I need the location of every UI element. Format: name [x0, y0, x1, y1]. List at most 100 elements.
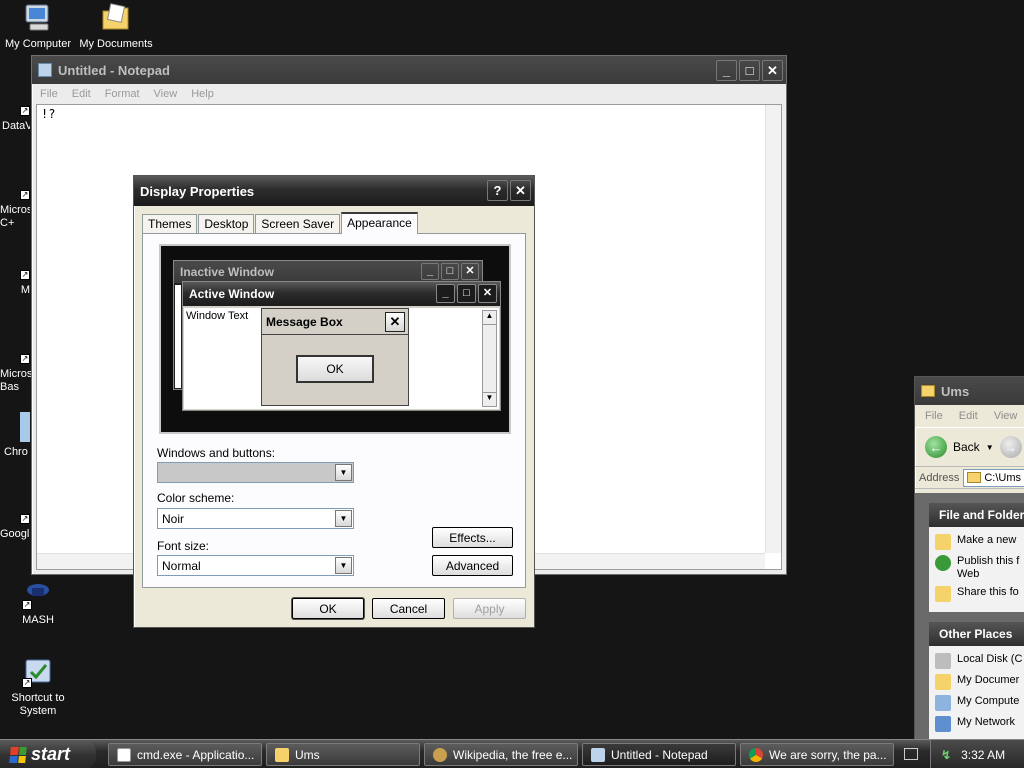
- vertical-scrollbar[interactable]: [765, 105, 781, 553]
- tab-desktop[interactable]: Desktop: [198, 214, 255, 233]
- back-label[interactable]: Back: [953, 440, 980, 454]
- menu-view[interactable]: View: [154, 88, 178, 100]
- start-label: start: [31, 744, 71, 764]
- scroll-up-icon: ▲: [483, 311, 496, 325]
- advanced-button[interactable]: Advanced: [432, 555, 513, 576]
- forward-arrow-icon[interactable]: →: [999, 436, 1022, 458]
- cmd-icon: [117, 747, 131, 762]
- close-button[interactable]: ✕: [762, 60, 783, 81]
- menu-view[interactable]: View: [994, 410, 1018, 422]
- task-label: Publish this f Web: [957, 555, 1020, 580]
- maximize-button[interactable]: □: [739, 60, 760, 81]
- desktop-icon-label: M: [20, 284, 30, 296]
- task-pane: File and Folder Make a new Publish this …: [915, 493, 1024, 741]
- desktop-icon-label: Googl: [0, 528, 30, 540]
- keyboard-icon[interactable]: [904, 748, 918, 760]
- help-button[interactable]: ?: [487, 180, 508, 201]
- file-folder-header[interactable]: File and Folder: [929, 503, 1024, 527]
- my-documents-icon: [100, 2, 132, 34]
- tab-themes[interactable]: Themes: [142, 214, 198, 233]
- ums-explorer-window[interactable]: Ums File Edit View ← Back ▼ → Address C:…: [914, 376, 1024, 742]
- display-properties-titlebar[interactable]: Display Properties ? ✕: [134, 176, 534, 206]
- shortcut-arrow-icon: ↗: [22, 600, 32, 610]
- back-arrow-icon[interactable]: ←: [925, 436, 947, 458]
- desktop-icon-m[interactable]: ↗ M: [0, 258, 30, 297]
- task-publish-web[interactable]: Publish this f Web: [935, 555, 1024, 581]
- minimize-icon: _: [436, 284, 455, 303]
- clock[interactable]: 3:32 AM: [961, 748, 1005, 762]
- chevron-down-icon: ▼: [335, 557, 352, 574]
- windows-buttons-select[interactable]: ▼: [157, 462, 354, 483]
- taskbar-button-notepad[interactable]: Untitled - Notepad: [582, 743, 736, 766]
- desktop-icon-google[interactable]: ↗ Googl: [0, 496, 32, 541]
- close-button[interactable]: ✕: [510, 180, 531, 201]
- ums-titlebar[interactable]: Ums: [915, 377, 1024, 405]
- desktop-icon-datav[interactable]: ↗ DataV: [0, 88, 30, 133]
- place-my-network[interactable]: My Network: [935, 716, 1024, 732]
- preview-active-titlebar: Active Window _ □ ✕: [183, 282, 500, 306]
- ok-button[interactable]: OK: [292, 598, 364, 619]
- desktop-icon-chrome[interactable]: Chro: [0, 412, 32, 459]
- menu-edit[interactable]: Edit: [72, 88, 91, 100]
- cancel-button[interactable]: Cancel: [372, 598, 445, 619]
- chevron-down-icon: ▼: [335, 464, 352, 481]
- tray-app-icon[interactable]: ↯: [941, 748, 951, 762]
- taskbar-button-ums[interactable]: Ums: [266, 743, 420, 766]
- notepad-titlebar[interactable]: Untitled - Notepad _ □ ✕: [32, 56, 786, 84]
- menu-format[interactable]: Format: [105, 88, 140, 100]
- browser-icon: [433, 747, 447, 762]
- ums-title: Ums: [941, 383, 970, 399]
- desktop-icon-label: DataV: [2, 120, 30, 132]
- new-folder-icon: [935, 534, 951, 550]
- taskbar-button-label: Untitled - Notepad: [611, 747, 708, 762]
- menu-edit[interactable]: Edit: [959, 410, 978, 422]
- menu-help[interactable]: Help: [191, 88, 214, 100]
- file-folder-tasks: File and Folder Make a new Publish this …: [929, 503, 1024, 612]
- notepad-content: !?: [41, 107, 56, 121]
- desktop-icon-my-documents[interactable]: My Documents: [78, 2, 154, 51]
- shortcut-arrow-icon: ↗: [20, 270, 30, 280]
- desktop-icon-my-computer[interactable]: My Computer: [0, 2, 76, 51]
- desktop-icon-micros-c[interactable]: ↗ Micros C+: [0, 172, 30, 230]
- tab-screen-saver[interactable]: Screen Saver: [255, 214, 341, 233]
- app-icon: ↗: [20, 496, 30, 524]
- place-my-documents[interactable]: My Documer: [935, 674, 1024, 690]
- task-share-folder[interactable]: Share this fo: [935, 586, 1024, 602]
- start-button[interactable]: start: [0, 740, 96, 768]
- folder-icon: [921, 385, 935, 397]
- desktop-icon-label: My Documents: [79, 38, 153, 50]
- place-label: My Compute: [957, 695, 1020, 707]
- display-properties-dialog[interactable]: Display Properties ? ✕ Themes Desktop Sc…: [133, 175, 535, 628]
- menu-file[interactable]: File: [925, 410, 943, 422]
- place-local-disk[interactable]: Local Disk (C: [935, 653, 1024, 669]
- task-make-new-folder[interactable]: Make a new: [935, 534, 1024, 550]
- font-size-select[interactable]: Normal ▼: [157, 555, 354, 576]
- chevron-down-icon[interactable]: ▼: [986, 443, 994, 452]
- effects-button[interactable]: Effects...: [432, 527, 513, 548]
- share-folder-icon: [935, 586, 951, 602]
- font-size-value: Normal: [162, 559, 201, 573]
- taskbar-button-label: We are sorry, the pa...: [769, 747, 887, 762]
- menu-file[interactable]: File: [40, 88, 58, 100]
- taskbar-button-chrome[interactable]: We are sorry, the pa...: [740, 743, 894, 766]
- address-input[interactable]: C:\Ums: [963, 468, 1024, 487]
- taskbar-button-cmd[interactable]: cmd.exe - Applicatio...: [108, 743, 262, 766]
- task-label: Make a new: [957, 534, 1017, 546]
- chrome-icon: [749, 747, 763, 762]
- color-scheme-label: Color scheme:: [157, 491, 235, 505]
- preview-window-text: Window Text: [186, 310, 249, 322]
- desktop-icon-micros-bas[interactable]: ↗ Micros Bas: [0, 336, 32, 394]
- network-icon: [935, 716, 951, 732]
- color-scheme-select[interactable]: Noir ▼: [157, 508, 354, 529]
- place-my-computer[interactable]: My Compute: [935, 695, 1024, 711]
- taskbar-button-wikipedia[interactable]: Wikipedia, the free e...: [424, 743, 578, 766]
- apply-button[interactable]: Apply: [453, 598, 526, 619]
- address-bar: Address C:\Ums: [915, 467, 1024, 489]
- desktop-icon-shortcut-to-system[interactable]: ↗ Shortcut to System: [0, 656, 76, 718]
- app-icon: ↗: [20, 336, 30, 364]
- desktop-icon-mash[interactable]: ↗ MASH: [0, 578, 76, 627]
- tab-appearance[interactable]: Appearance: [341, 212, 418, 234]
- shortcut-arrow-icon: ↗: [20, 354, 30, 364]
- other-places-header[interactable]: Other Places: [929, 622, 1024, 646]
- minimize-button[interactable]: _: [716, 60, 737, 81]
